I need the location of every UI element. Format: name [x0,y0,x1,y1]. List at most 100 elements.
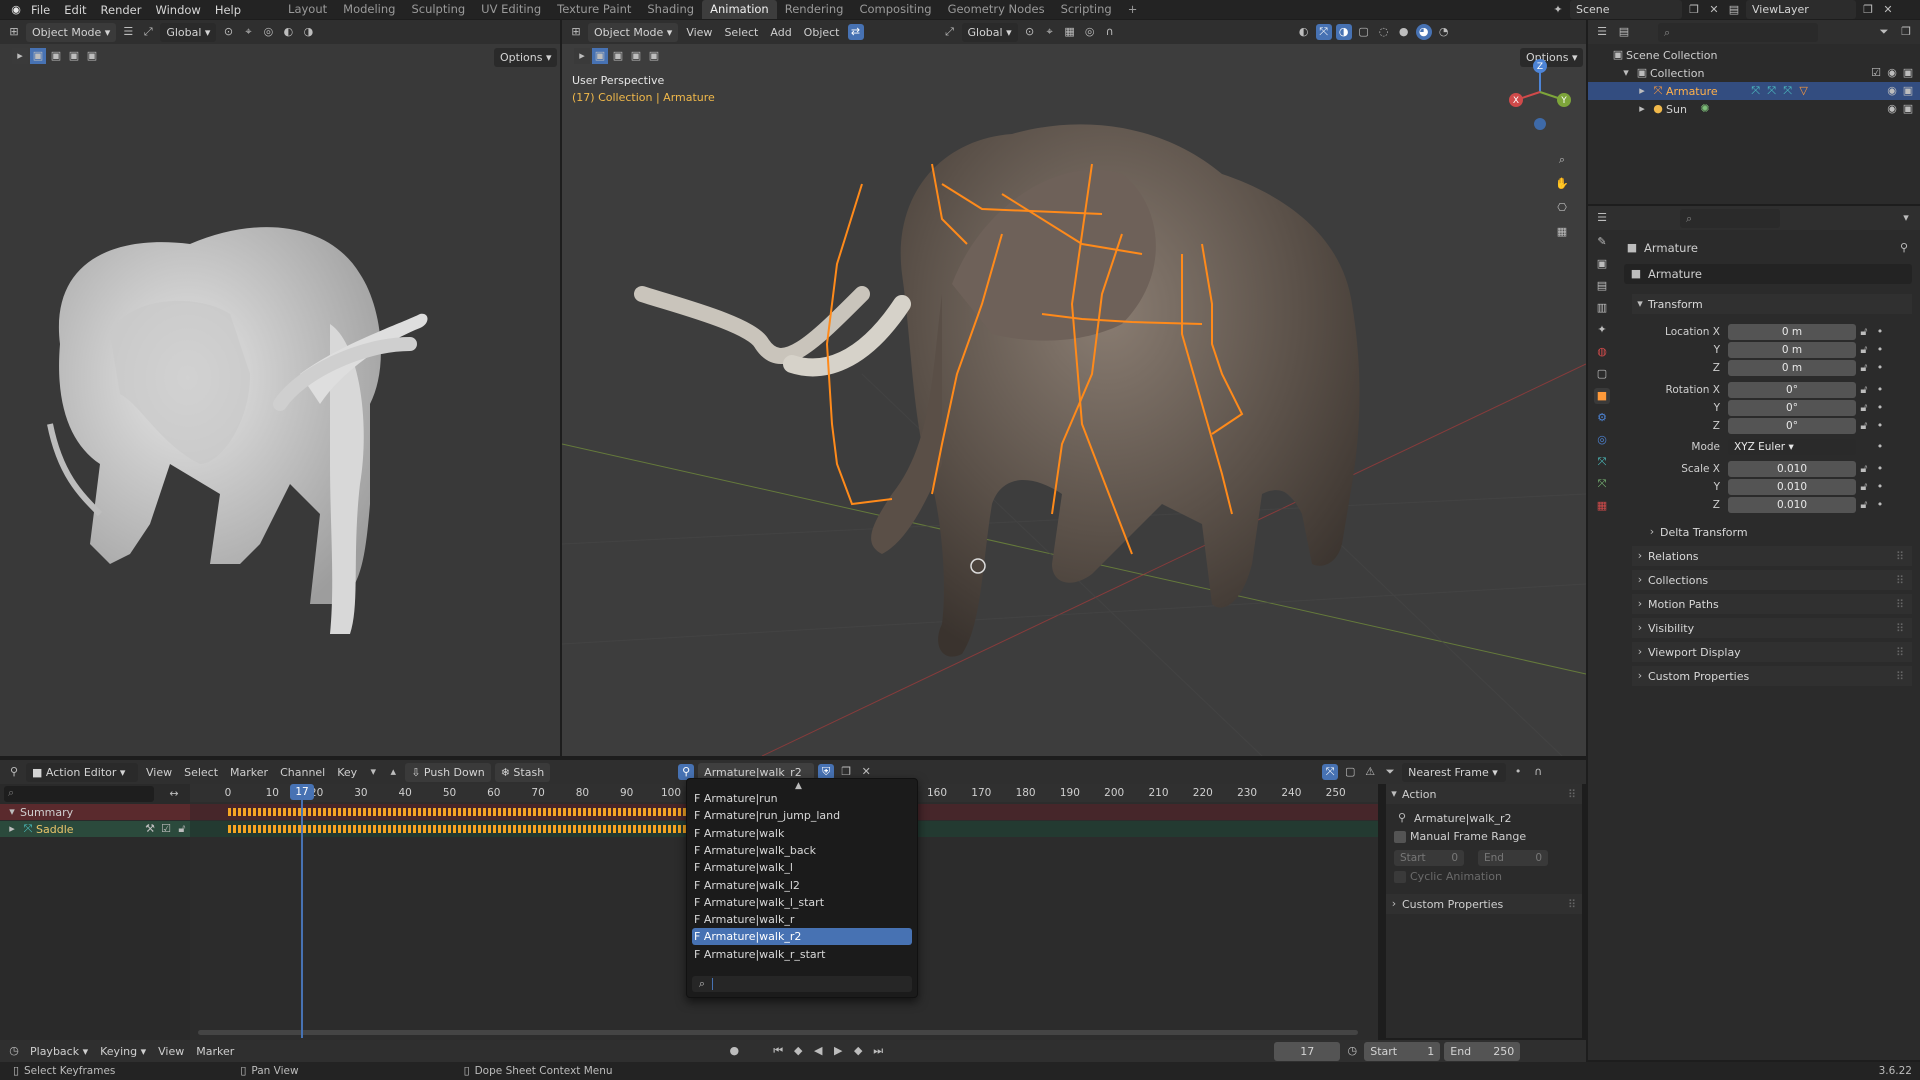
swap-channels-icon[interactable]: ↔ [166,786,182,802]
manual-frame-range-row[interactable]: Manual Frame Range [1394,830,1526,843]
enable-checkbox-icon[interactable]: ☑ [158,821,174,837]
lock-icon[interactable]: 🔓︎ [1856,497,1872,513]
pose-icon[interactable]: ⤧ [1764,83,1780,99]
main-menu-object[interactable]: Object [800,26,844,39]
left-orientation-dropdown[interactable]: Global ▾ [160,22,217,42]
lock-icon[interactable]: 🔓︎ [1856,360,1872,376]
layer-down-icon[interactable]: ▾ [365,764,381,780]
falloff-icon[interactable]: ∩ [1530,764,1546,780]
main-orientation-dropdown[interactable]: Global ▾ [961,22,1018,42]
camera-icon[interactable]: ⎔ [1554,200,1570,216]
action-option[interactable]: F Armature|walk_back [692,842,912,859]
shading-material-icon[interactable]: ◕ [1415,24,1432,40]
keying-menu[interactable]: Keying ▾ [96,1045,150,1058]
overlay-toggle-icon[interactable]: ◑ [1335,24,1352,40]
lock-icon[interactable]: 🔓︎ [1856,324,1872,340]
dopesheet-editor-icon[interactable]: ⚲ [6,764,22,780]
transform-section-header[interactable]: ▾ Transform [1632,294,1912,314]
playhead-line[interactable] [301,800,303,1038]
xray-icon[interactable]: ▢ [1356,24,1372,40]
workspace-tab-compositing[interactable]: Compositing [851,0,939,19]
action-option[interactable]: F Armature|walk_l_start [692,894,912,911]
workspace-tab-sculpting[interactable]: Sculpting [403,0,473,19]
lock-icon[interactable]: 🔓︎ [1856,400,1872,416]
record-icon[interactable]: ● [726,1043,742,1059]
physics-tab-icon[interactable]: ◎ [1594,432,1610,448]
scale-x-field[interactable]: 0.010 [1728,461,1856,477]
render-tab-icon[interactable]: ▣ [1594,256,1610,272]
lock-icon[interactable]: 🔓︎ [174,821,190,837]
action-option[interactable]: F Armature|walk_l2 [692,877,912,894]
workspace-tab-scripting[interactable]: Scripting [1053,0,1120,19]
drag-handle-icon[interactable]: ⠿ [1896,550,1912,563]
keyframe-dot-icon[interactable]: • [1872,439,1888,455]
workspace-tab-shading[interactable]: Shading [639,0,702,19]
action-option[interactable]: F Armature|run_jump_land [692,807,912,824]
left-mode-dropdown[interactable]: Object Mode ▾ [26,22,117,42]
preview-range-icon[interactable]: ◷ [1344,1043,1360,1059]
camera-render-icon[interactable]: ▣ [1900,65,1916,81]
end-frame-input[interactable]: End 250 [1444,1041,1521,1061]
manual-range-checkbox[interactable] [1394,830,1406,843]
location-x-field[interactable]: 0 m [1728,324,1856,340]
playback-menu[interactable]: Playback ▾ [26,1045,92,1058]
menu-edit[interactable]: Edit [57,3,93,17]
drag-handle-icon[interactable]: ⠿ [1568,788,1582,801]
only-errors-icon[interactable]: ⚠ [1362,764,1378,780]
visibility-section[interactable]: › Visibility ⠿ [1632,618,1912,638]
expand-arrow-icon[interactable]: ▸ [4,821,20,837]
camera-render-icon[interactable]: ▣ [1900,101,1916,117]
delete-scene-icon[interactable]: ✕ [1706,2,1722,18]
main-menu-add[interactable]: Add [766,26,795,39]
ae-menu-channel[interactable]: Channel [276,766,329,779]
eye-icon[interactable]: ◉ [1884,101,1900,117]
sidebar-custom-properties-header[interactable]: › Custom Properties ⠿ [1386,894,1582,914]
view-layer-tab-icon[interactable]: ▥ [1594,300,1610,316]
relations-section[interactable]: › Relations ⠿ [1632,546,1912,566]
ae-menu-key[interactable]: Key [333,766,361,779]
grid-view-icon[interactable]: ▦ [1554,224,1570,240]
start-frame-input[interactable]: Start 1 [1364,1041,1441,1061]
timeline-editor-icon[interactable]: ◷ [6,1043,22,1059]
outliner-row-sun[interactable]: ▸ ● Sun ✺ ◉ ▣ [1588,100,1920,118]
action-search-input[interactable]: ⌕ [692,976,912,992]
expand-arrow-icon[interactable]: ▸ [1634,83,1650,99]
rotation-z-field[interactable]: 0° [1728,418,1856,434]
push-down-button[interactable]: ⇩ Push Down [405,762,491,782]
pivot-icon[interactable]: ⊙ [220,24,236,40]
object-tab-icon[interactable]: ■ [1594,388,1610,404]
workspace-tab-modeling[interactable]: Modeling [335,0,403,19]
modifier-icon[interactable]: ▽ [1796,83,1812,99]
new-collection-icon[interactable]: ❐ [1898,24,1914,40]
action-option[interactable]: F Armature|walk [692,825,912,842]
ae-menu-select[interactable]: Select [180,766,222,779]
show-hidden-icon[interactable]: ▢ [1342,764,1358,780]
main-menu-select[interactable]: Select [720,26,762,39]
keyframe-dot-icon[interactable]: • [1872,400,1888,416]
current-frame-field[interactable]: 17 [1274,1041,1341,1061]
timeline-view-menu[interactable]: View [154,1045,188,1058]
gizmo-toggle-icon[interactable]: ⤧ [1315,24,1332,40]
new-scene-icon[interactable]: ❐ [1686,2,1702,18]
outliner-editor-icon[interactable]: ☰ [1594,24,1610,40]
wrench-icon[interactable]: ⚒ [142,821,158,837]
channel-summary[interactable]: ▾ Summary [0,804,190,820]
proportional-icon[interactable]: • [1510,764,1526,780]
texture-tab-icon[interactable]: ▦ [1594,498,1610,514]
drag-handle-icon[interactable]: ⠿ [1896,598,1912,611]
drag-handle-icon[interactable]: ⠿ [1896,622,1912,635]
only-selected-icon[interactable]: ⤧ [1322,764,1339,780]
snap-target-icon[interactable]: ▦ [1062,24,1078,40]
lock-icon[interactable]: 🔓︎ [1856,382,1872,398]
properties-search-input[interactable]: ⌕ [1680,208,1780,228]
lock-icon[interactable]: 🔓︎ [1856,479,1872,495]
scale-z-field[interactable]: 0.010 [1728,497,1856,513]
filter-icon[interactable]: ⏷ [1876,24,1892,40]
action-option[interactable]: F Armature|run [692,790,912,807]
drag-handle-icon[interactable]: ⠿ [1896,574,1912,587]
shading-wireframe-icon[interactable]: ◌ [1376,24,1392,40]
snap-icon[interactable]: ⌖ [1042,24,1058,40]
modifier-tab-icon[interactable]: ⚙ [1594,410,1610,426]
shading-solid-icon[interactable]: ● [1396,24,1412,40]
proportional-edit-icon[interactable]: ◎ [1082,24,1098,40]
